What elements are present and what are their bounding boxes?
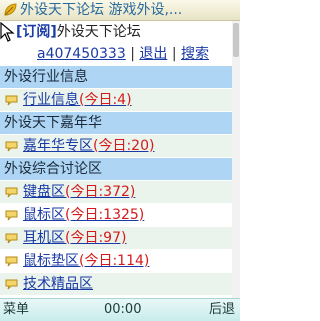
logout-link[interactable]: 退出: [139, 46, 167, 62]
leaf-logo-icon: [4, 3, 17, 16]
forum-list: [订阅]外设天下论坛 a407450333 | 退出 | 搜索 外设行业信息 行…: [0, 21, 232, 298]
today-count: (今日:372): [65, 184, 136, 200]
forum-row[interactable]: 技术精品区: [0, 273, 232, 295]
clock: 00:00: [104, 302, 142, 317]
account-row: a407450333 | 退出 | 搜索: [0, 43, 232, 65]
menu-softkey[interactable]: 菜单: [3, 299, 29, 320]
forum-row[interactable]: 耳机区(今日:97): [0, 227, 232, 249]
forum-row[interactable]: 鼠标垫区(今日:114): [0, 250, 232, 272]
speech-bubble-icon: [5, 187, 18, 198]
scrollbar[interactable]: [232, 21, 240, 298]
today-count: (今日:1325): [65, 207, 145, 223]
speech-bubble-icon: [5, 95, 18, 106]
mouse-pointer-icon: [0, 22, 15, 42]
forum-row[interactable]: 行业信息(今日:4): [0, 89, 232, 111]
window-title: 外设天下论坛 游戏外设,...: [20, 2, 183, 18]
today-count: (今日:114): [79, 253, 150, 269]
speech-bubble-icon: [5, 210, 18, 221]
search-link[interactable]: 搜索: [181, 46, 209, 62]
scrollbar-thumb[interactable]: [233, 23, 239, 57]
today-count: (今日:4): [79, 92, 132, 108]
speech-bubble-icon: [5, 256, 18, 267]
forum-name[interactable]: 鼠标区: [23, 207, 65, 223]
forum-name[interactable]: 耳机区: [23, 230, 65, 246]
forum-name[interactable]: 技术精品区: [23, 276, 93, 292]
forum-row[interactable]: 嘉年华专区(今日:20): [0, 135, 232, 157]
separator: |: [171, 46, 177, 62]
username-link[interactable]: a407450333: [37, 46, 126, 62]
today-count: (今日:20): [93, 138, 155, 154]
softkey-bar: 菜单 00:00 后退: [0, 298, 240, 321]
forum-name[interactable]: 键盘区: [23, 184, 65, 200]
forum-name[interactable]: 行业信息: [23, 92, 79, 108]
speech-bubble-icon: [5, 279, 18, 290]
title-bar: 外设天下论坛 游戏外设,...: [0, 0, 240, 21]
subscribe-row: [订阅]外设天下论坛: [0, 21, 232, 43]
today-count: (今日:97): [65, 230, 127, 246]
forum-row[interactable]: 鼠标区(今日:1325): [0, 204, 232, 226]
section-header[interactable]: 外设行业信息: [0, 66, 232, 88]
back-softkey[interactable]: 后退: [209, 299, 235, 320]
section-header[interactable]: 外设综合讨论区: [0, 158, 232, 180]
speech-bubble-icon: [5, 141, 18, 152]
subscribe-link[interactable]: [订阅]: [16, 24, 57, 40]
forum-row[interactable]: 键盘区(今日:372): [0, 181, 232, 203]
forum-name[interactable]: 鼠标垫区: [23, 253, 79, 269]
separator: |: [130, 46, 135, 62]
section-header[interactable]: 外设天下嘉年华: [0, 112, 232, 134]
speech-bubble-icon: [5, 233, 18, 244]
forum-name[interactable]: 嘉年华专区: [23, 138, 93, 154]
site-name: 外设天下论坛: [56, 24, 141, 40]
